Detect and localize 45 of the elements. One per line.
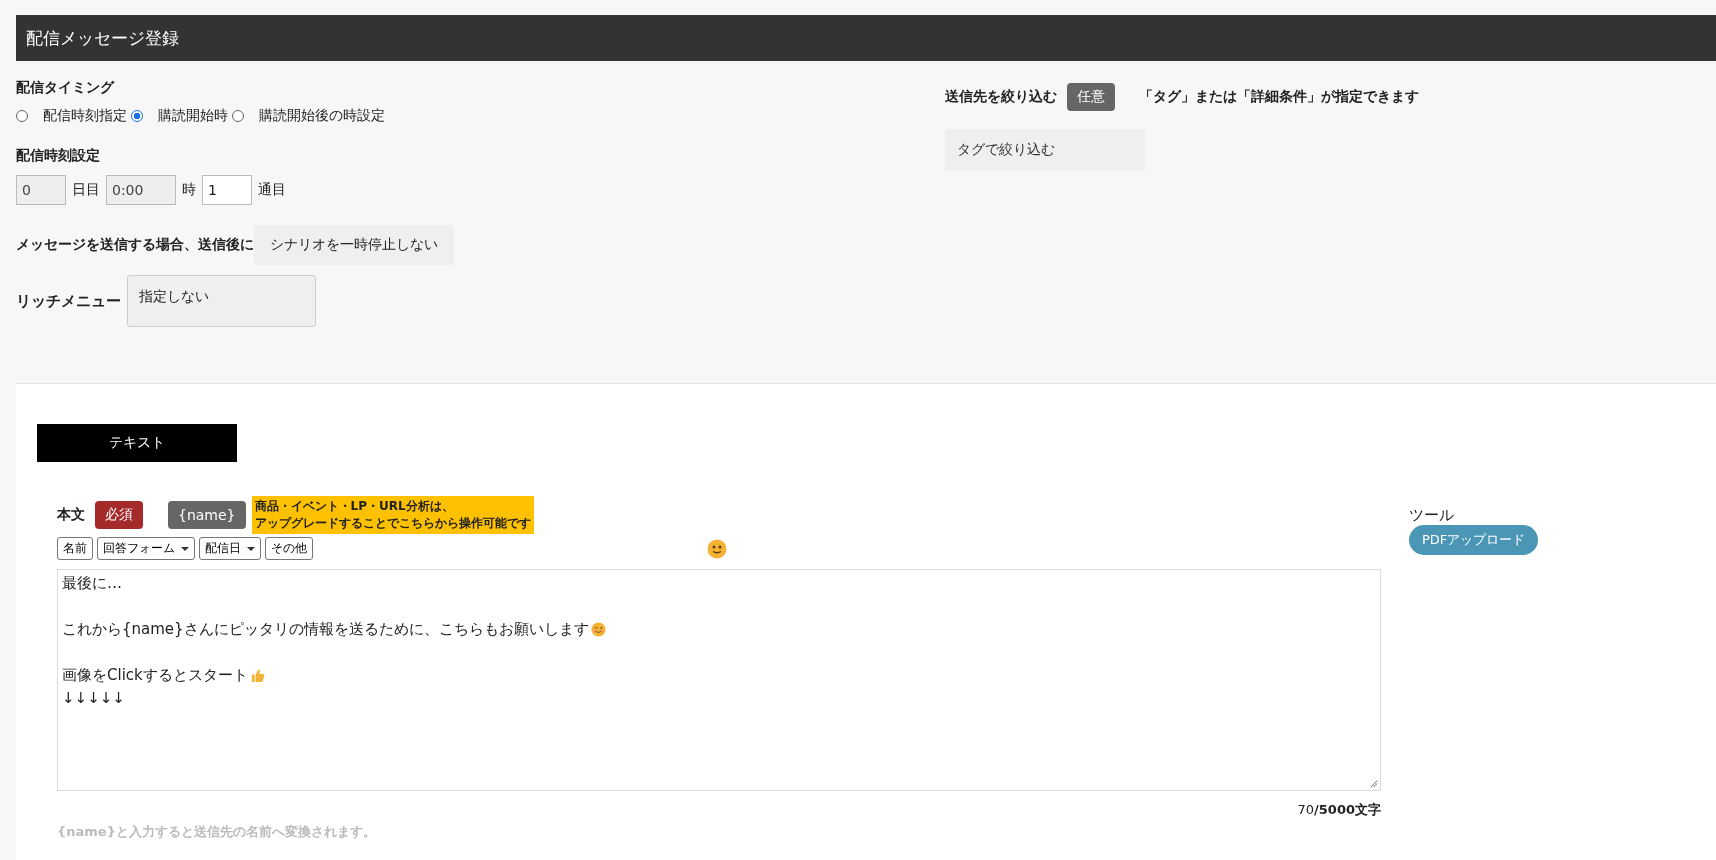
- page-title: 配信メッセージ登録: [26, 26, 179, 50]
- message-text: ↓↓↓↓↓: [62, 688, 125, 709]
- field-label: 本文: [57, 506, 85, 524]
- emoji-picker-icon: [707, 538, 727, 559]
- character-count: 70: [1297, 802, 1315, 817]
- unit-label: 通目: [258, 181, 286, 199]
- caret-icon: [247, 546, 255, 551]
- unit-label: 時: [182, 181, 196, 199]
- name-insert-button[interactable]: {name}: [168, 501, 246, 529]
- field-label: 送信先を絞り込む: [945, 88, 1057, 106]
- required-badge: 必須: [95, 501, 143, 529]
- message-text: 最後に…: [62, 573, 122, 594]
- message-text: これから{name}さんにピッタリの情報を送るために、こちらもお願いします: [62, 619, 589, 640]
- thumbs-up-icon: [249, 668, 265, 683]
- resize-handle-icon: [1369, 779, 1378, 788]
- rich-menu-select[interactable]: 指定しない: [127, 275, 316, 327]
- scenario-select[interactable]: シナリオを一時停止しない: [254, 225, 454, 265]
- section-label: 配信タイミング: [16, 79, 116, 97]
- tag-filter-button[interactable]: タグで絞り込む: [945, 129, 1145, 171]
- tools-label: ツール: [1409, 506, 1455, 525]
- toolbar-button[interactable]: その他: [265, 537, 313, 560]
- radio-button[interactable]: [16, 110, 28, 122]
- optional-badge: 任意: [1067, 83, 1115, 111]
- radio-label[interactable]: 購読開始時: [158, 107, 228, 125]
- radio-button[interactable]: [232, 110, 244, 122]
- toolbar-button[interactable]: 名前: [57, 537, 93, 560]
- caret-icon: [181, 546, 189, 551]
- toolbar-button[interactable]: 配信日: [199, 537, 261, 560]
- toolbar-button[interactable]: 回答フォーム: [97, 537, 195, 560]
- upgrade-note: 商品・イベント・LP・URL分析は、 アップグレードすることでこちらから操作可能です: [251, 496, 534, 534]
- message-textarea[interactable]: 最後に… これから{name}さんにピッタリの情報を送るために、こちらもお願いします 画像をClickするとスタート ↓↓↓↓↓: [57, 569, 1381, 791]
- radio-button[interactable]: [131, 110, 143, 122]
- section-label: 配信時刻設定: [16, 147, 101, 165]
- hint-text: {name}と入力すると送信先の名前へ変換されます。: [57, 823, 377, 841]
- message-text: 画像をClickするとスタート: [62, 665, 248, 686]
- winking-face-icon: [590, 622, 606, 637]
- unit-label: 日目: [72, 181, 100, 199]
- filter-note: 「タグ」または「詳細条件」が指定できます: [1139, 88, 1419, 106]
- radio-label[interactable]: 配信時刻指定: [43, 107, 127, 125]
- input-field[interactable]: 1: [202, 175, 252, 205]
- radio-label[interactable]: 購読開始後の時設定: [259, 107, 385, 125]
- field-label: メッセージを送信する場合、送信後に: [16, 236, 254, 254]
- character-limit: /5000文字: [1314, 802, 1381, 817]
- field-label: リッチメニュー: [16, 291, 121, 311]
- tab[interactable]: テキスト: [37, 424, 237, 462]
